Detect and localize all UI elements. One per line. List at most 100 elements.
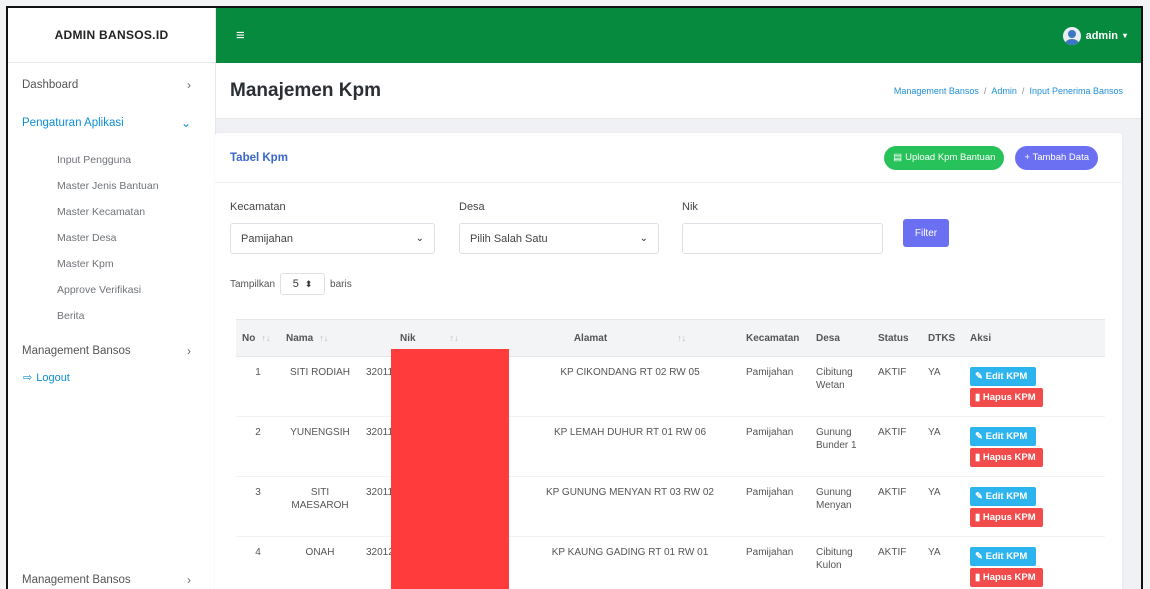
chevron-right-icon: › [187,78,191,92]
desa-select[interactable]: Pilih Salah Satu ⌄ [459,223,659,254]
sidebar-item-berita[interactable]: Berita [8,303,215,329]
cell-alamat: KP GUNUNG MENYAN RT 03 RW 02 [520,476,740,537]
sort-icon: ↑↓ [261,332,271,343]
submenu: Input Pengguna Master Jenis Bantuan Mast… [8,147,215,329]
breadcrumb-admin[interactable]: Admin [991,86,1017,96]
table-row: 2 YUNENGSIH 32011 KP LEMAH DUHUR RT 01 R… [236,416,1105,477]
upload-kpm-label: Upload Kpm Bantuan [905,152,996,163]
cell-dtks: YA [922,416,964,477]
cell-aksi: ✎ Edit KPM ▮ Hapus KPM [964,476,1105,537]
sidebar-item-label: Management Bansos [22,345,131,357]
cell-nama: SITI MAESAROH [280,476,360,537]
trash-icon: ▮ [975,392,983,403]
column-header-no[interactable]: No ↑↓ [236,319,280,357]
cell-kecamatan: Pamijahan [740,536,810,589]
sidebar-item-dashboard[interactable]: Dashboard › [8,67,215,103]
cell-alamat: KP LEMAH DUHUR RT 01 RW 06 [520,416,740,477]
column-header-aksi: Aksi [964,319,1105,357]
kecamatan-select[interactable]: Pamijahan ⌄ [230,223,435,254]
table-header-row: No ↑↓ Nama ↑↓ Nik ↑↓ Alamat ↑↓ Kecamatan Des… [236,319,1105,357]
breadcrumb-management-bansos[interactable]: Management Bansos [894,86,979,96]
card-actions: ▤ Upload Kpm Bantuan + Tambah Data [884,145,1098,170]
cell-desa: Cibitung Kulon [810,536,872,589]
topbar: ≡ admin ▾ [216,8,1141,63]
table-row: 4 ONAH 32012 KP KAUNG GADING RT 01 RW 01… [236,536,1105,589]
sort-icon: ↑↓ [677,332,687,343]
nik-input[interactable] [682,223,883,254]
redaction-block [391,349,509,589]
logout-link[interactable]: ⇨ Logout [8,371,215,385]
column-header-status[interactable]: Status [872,319,922,357]
cell-nama: ONAH [280,536,360,589]
page-title: Manajemen Kpm [230,79,381,101]
table-row: 3 SITI MAESAROH 32011 KP GUNUNG MENYAN R… [236,476,1105,537]
sidebar-item-master-jenis-bantuan[interactable]: Master Jenis Bantuan [8,173,215,199]
sidebar-item-approve-verifikasi[interactable]: Approve Verifikasi [8,277,215,303]
trash-icon: ▮ [975,512,983,523]
trash-icon: ▮ [975,452,983,463]
table-row: 1 SITI RODIAH 32011 KP CIKONDANG RT 02 R… [236,356,1105,417]
edit-kpm-button[interactable]: ✎ Edit KPM [970,427,1036,446]
edit-icon: ✎ [975,431,986,442]
kecamatan-value: Pamijahan [241,232,293,245]
chevron-down-icon: ⌄ [180,116,191,130]
add-data-button[interactable]: + Tambah Data [1015,145,1098,170]
length-suffix: baris [330,278,352,290]
sort-icon: ↑↓ [449,332,459,343]
page-length-value: 5 [292,278,299,290]
filter-button[interactable]: Filter [903,219,949,247]
sidebar-item-pengaturan-aplikasi[interactable]: Pengaturan Aplikasi ⌄ [8,105,215,141]
chevron-right-icon: › [187,344,191,358]
sidebar-item-management-bansos-bottom[interactable]: Management Bansos › [8,565,215,589]
cell-kecamatan: Pamijahan [740,416,810,477]
column-header-dtks[interactable]: DTKS [922,319,964,357]
edit-kpm-button[interactable]: ✎ Edit KPM [970,367,1036,386]
breadcrumb-input-penerima-bansos[interactable]: Input Penerima Bansos [1029,86,1123,96]
hapus-kpm-button[interactable]: ▮ Hapus KPM [970,508,1043,527]
cell-desa: Cibitung Wetan [810,356,872,417]
breadcrumb-separator: / [1021,85,1025,96]
cell-no: 4 [236,536,280,589]
desa-value: Pilih Salah Satu [470,232,548,245]
hapus-kpm-button[interactable]: ▮ Hapus KPM [970,388,1043,407]
page-header: Manajemen Kpm Management Bansos / Admin … [216,63,1141,119]
brand-logo[interactable]: ADMIN BANSOS.ID [8,8,215,63]
edit-kpm-button[interactable]: ✎ Edit KPM [970,547,1036,566]
edit-kpm-button[interactable]: ✎ Edit KPM [970,487,1036,506]
cell-nama: SITI RODIAH [280,356,360,417]
sort-icon: ↑↓ [319,332,329,343]
upload-kpm-button[interactable]: ▤ Upload Kpm Bantuan [884,145,1005,170]
sidebar-item-label: Dashboard [22,79,79,91]
page-length-control: Tampilkan 5 ⬍ baris [230,273,352,295]
cell-no: 1 [236,356,280,417]
cell-kecamatan: Pamijahan [740,356,810,417]
column-header-nama[interactable]: Nama ↑↓ [280,319,360,357]
cell-alamat: KP CIKONDANG RT 02 RW 05 [520,356,740,417]
logout-icon: ⇨ [23,372,33,384]
user-menu[interactable]: admin ▾ [1062,26,1127,45]
sort-updown-icon: ⬍ [304,278,313,289]
page-length-select[interactable]: 5 ⬍ [280,273,326,295]
hapus-kpm-button[interactable]: ▮ Hapus KPM [970,448,1043,467]
cell-status: AKTIF [872,356,922,417]
cell-aksi: ✎ Edit KPM ▮ Hapus KPM [964,356,1105,417]
column-header-desa[interactable]: Desa [810,319,872,357]
cell-aksi: ✎ Edit KPM ▮ Hapus KPM [964,416,1105,477]
cell-aksi: ✎ Edit KPM ▮ Hapus KPM [964,536,1105,589]
sidebar-item-management-bansos[interactable]: Management Bansos › [8,333,215,369]
sidebar-item-master-desa[interactable]: Master Desa [8,225,215,251]
sidebar-item-input-pengguna[interactable]: Input Pengguna [8,147,215,173]
sidebar-item-master-kpm[interactable]: Master Kpm [8,251,215,277]
hamburger-menu-icon[interactable]: ≡ [236,27,245,44]
breadcrumb: Management Bansos / Admin / Input Peneri… [894,86,1123,96]
cell-no: 2 [236,416,280,477]
hapus-kpm-button[interactable]: ▮ Hapus KPM [970,568,1043,587]
cell-dtks: YA [922,476,964,537]
sidebar-item-master-kecamatan[interactable]: Master Kecamatan [8,199,215,225]
column-header-kecamatan[interactable]: Kecamatan [740,319,810,357]
column-header-alamat[interactable]: Alamat ↑↓ [520,319,740,357]
sidebar-item-label: Management Bansos [22,574,131,586]
cell-desa: Gunung Bunder 1 [810,416,872,477]
card-title: Tabel Kpm [230,151,288,164]
cell-no: 3 [236,476,280,537]
